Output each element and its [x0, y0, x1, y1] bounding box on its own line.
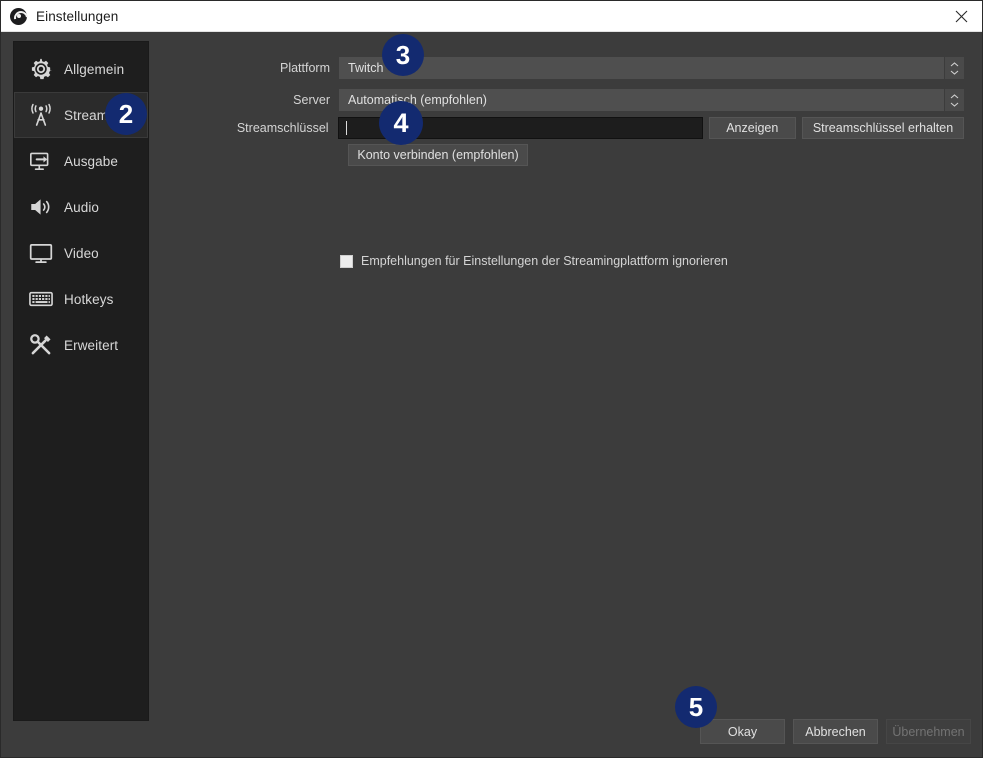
sidebar-item-video[interactable]: Video	[14, 230, 148, 276]
sidebar-item-label: Erweitert	[64, 337, 119, 353]
sidebar-item-audio[interactable]: Audio	[14, 184, 148, 230]
keyboard-icon	[27, 285, 55, 313]
sidebar-item-stream[interactable]: Stream	[14, 92, 148, 138]
dialog-footer: Okay Abbrechen Übernehmen	[700, 719, 971, 744]
server-value: Automatisch (empfohlen)	[348, 93, 487, 107]
sidebar-item-label: Audio	[64, 199, 100, 215]
platform-row: Plattform Twitch	[157, 57, 964, 79]
settings-sidebar: Allgemein Stream Ausgabe Audio Video Hot…	[13, 41, 149, 721]
server-select[interactable]: Automatisch (empfohlen)	[339, 89, 964, 111]
broadcast-icon	[27, 101, 55, 129]
chevron-up-down-icon[interactable]	[944, 89, 964, 111]
gear-icon	[27, 55, 55, 83]
cancel-button[interactable]: Abbrechen	[793, 719, 878, 744]
chevron-up-down-icon[interactable]	[944, 57, 964, 79]
close-icon[interactable]	[938, 1, 982, 32]
ignore-recommendations-label: Empfehlungen für Einstellungen der Strea…	[361, 254, 728, 268]
sidebar-item-label: Stream	[64, 107, 109, 123]
sidebar-item-ausgabe[interactable]: Ausgabe	[14, 138, 148, 184]
tools-icon	[27, 331, 55, 359]
sidebar-item-label: Allgemein	[64, 61, 125, 77]
output-monitor-icon	[27, 147, 55, 175]
server-row: Server Automatisch (empfohlen)	[157, 89, 964, 111]
ignore-recommendations-checkbox[interactable]: Empfehlungen für Einstellungen der Strea…	[340, 254, 728, 268]
stream-settings-panel: Plattform Twitch Server Automatisch (emp…	[157, 41, 972, 677]
sidebar-item-erweitert[interactable]: Erweitert	[14, 322, 148, 368]
apply-button[interactable]: Übernehmen	[886, 719, 971, 744]
window-title: Einstellungen	[36, 8, 119, 24]
monitor-icon	[27, 239, 55, 267]
settings-window: Einstellungen Allgemein Stream Ausgabe A…	[0, 0, 983, 758]
stream-key-row: Streamschlüssel Anzeigen Streamschlüssel…	[157, 117, 964, 139]
sidebar-item-allgemein[interactable]: Allgemein	[14, 46, 148, 92]
server-label: Server	[293, 93, 330, 107]
sidebar-item-hotkeys[interactable]: Hotkeys	[14, 276, 148, 322]
sidebar-item-label: Ausgabe	[64, 153, 118, 169]
text-caret	[345, 121, 347, 135]
connect-account-button[interactable]: Konto verbinden (empfohlen)	[348, 144, 528, 166]
stream-key-label: Streamschlüssel	[236, 121, 329, 135]
get-stream-key-button[interactable]: Streamschlüssel erhalten	[802, 117, 964, 139]
platform-value: Twitch	[348, 61, 384, 75]
show-stream-key-button[interactable]: Anzeigen	[708, 117, 796, 139]
stream-key-input[interactable]	[337, 117, 703, 139]
ok-button[interactable]: Okay	[700, 719, 785, 744]
speaker-icon	[27, 193, 55, 221]
sidebar-item-label: Video	[64, 245, 99, 261]
sidebar-item-label: Hotkeys	[64, 291, 114, 307]
platform-select[interactable]: Twitch	[339, 57, 964, 79]
obs-logo-icon	[10, 7, 27, 25]
connect-account-row: Konto verbinden (empfohlen)	[348, 144, 528, 166]
title-bar: Einstellungen	[1, 1, 982, 32]
platform-label: Plattform	[279, 61, 330, 75]
checkbox-box[interactable]	[340, 254, 353, 268]
step-badge-number: 5	[688, 691, 704, 722]
